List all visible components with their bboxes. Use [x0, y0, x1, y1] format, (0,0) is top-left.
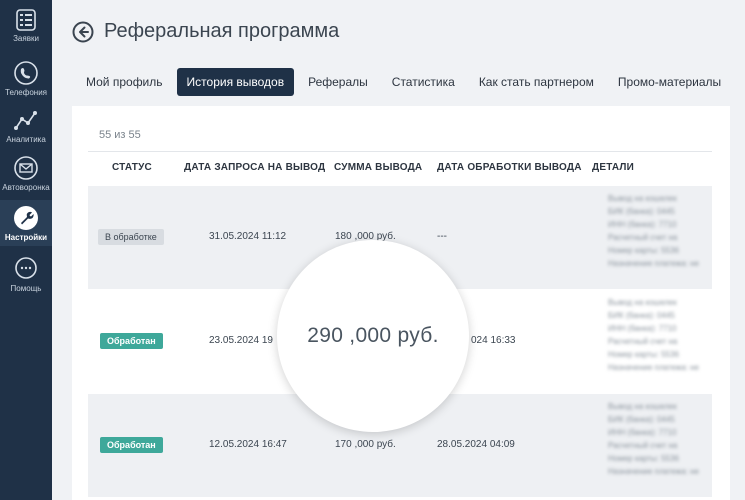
page-header: Реферальная программа — [72, 20, 339, 43]
details-line: Расчетный счет на — [608, 337, 678, 346]
phone-icon — [14, 61, 38, 85]
tab-referrals[interactable]: Рефералы — [298, 68, 378, 96]
processed-date: 024 16:33 — [471, 335, 516, 346]
details-line: БИК (банка): 0445 — [608, 311, 675, 320]
details-line: ИНН (банка): 7710 — [608, 220, 677, 229]
sidebar-item-label: Настройки — [4, 233, 48, 242]
chat-icon — [15, 257, 37, 279]
tab-my-profile[interactable]: Мой профиль — [76, 68, 173, 96]
status-badge: В обработке — [98, 229, 164, 245]
magnified-amount: 290 ,000 руб. — [307, 324, 439, 347]
tab-statistics[interactable]: Статистика — [382, 68, 465, 96]
details-line: Вывод на кошелек — [608, 298, 677, 307]
wrench-icon — [14, 206, 38, 230]
status-badge: Обработан — [100, 333, 163, 349]
payment-details: Вывод на кошелек БИК (банка): 0445 ИНН (… — [608, 192, 712, 284]
sidebar-item-label: Аналитика — [6, 135, 46, 144]
details-line: Назначение платежа: не — [608, 259, 699, 268]
sidebar-item-help[interactable]: Помощь — [0, 256, 52, 293]
column-header-details: ДЕТАЛИ — [592, 162, 635, 173]
details-line: Назначение платежа: не — [608, 467, 699, 476]
details-line: Расчетный счет на — [608, 233, 678, 242]
sidebar-item-label: Автоворонка — [2, 183, 50, 192]
withdrawal-amount: 170 ,000 руб. — [335, 439, 396, 450]
records-counter: 55 из 55 — [99, 129, 141, 141]
request-date: 12.05.2024 16:47 — [209, 439, 287, 450]
column-header-processed-date: ДАТА ОБРАБОТКИ ВЫВОДА — [437, 162, 582, 173]
details-line: БИК (банка): 0445 — [608, 415, 675, 424]
request-date: 23.05.2024 19 — [209, 335, 273, 346]
list-icon — [16, 9, 36, 31]
details-line: БИК (банка): 0445 — [608, 207, 675, 216]
tab-promo-materials[interactable]: Промо-материалы — [608, 68, 731, 96]
request-date: 31.05.2024 11:12 — [209, 231, 287, 242]
payment-details: Вывод на кошелек БИК (банка): 0445 ИНН (… — [608, 400, 712, 492]
column-header-status: СТАТУС — [112, 162, 152, 173]
status-badge: Обработан — [100, 437, 163, 453]
details-line: Вывод на кошелек — [608, 194, 677, 203]
payment-details: Вывод на кошелек БИК (банка): 0445 ИНН (… — [608, 296, 712, 388]
details-line: Вывод на кошелек — [608, 402, 677, 411]
details-line: Номер карты: 5536 — [608, 246, 679, 255]
processed-date: 28.05.2024 04:09 — [437, 439, 515, 450]
tab-become-partner[interactable]: Как стать партнером — [469, 68, 604, 96]
details-line: ИНН (банка): 7710 — [608, 428, 677, 437]
magnifier-overlay: 290 ,000 руб. — [277, 240, 469, 432]
page-title: Реферальная программа — [104, 20, 340, 42]
column-header-request-date: ДАТА ЗАПРОСА НА ВЫВОД — [184, 162, 326, 173]
sidebar-item-settings[interactable]: Настройки — [0, 200, 52, 246]
column-header-amount: СУММА ВЫВОДА — [334, 162, 423, 173]
sidebar-item-autofunnel[interactable]: Автоворонка — [0, 155, 52, 192]
mail-icon — [14, 156, 38, 180]
details-line: Расчетный счет на — [608, 441, 678, 450]
sidebar-item-analytics[interactable]: Аналитика — [0, 109, 52, 144]
details-line: Номер карты: 5536 — [608, 350, 679, 359]
sidebar-item-label: Телефония — [5, 88, 47, 97]
details-line: Назначение платежа: не — [608, 363, 699, 372]
sidebar-item-label: Заявки — [13, 34, 39, 43]
processed-date: --- — [437, 231, 447, 242]
back-arrow-icon[interactable] — [72, 21, 94, 43]
sidebar: Заявки Телефония Аналитика Автоворонка Н… — [0, 0, 52, 500]
sidebar-item-telephony[interactable]: Телефония — [0, 60, 52, 97]
sidebar-item-requests[interactable]: Заявки — [0, 8, 52, 43]
analytics-icon — [14, 111, 37, 130]
tab-withdrawal-history[interactable]: История выводов — [176, 68, 295, 96]
sidebar-item-label: Помощь — [10, 284, 42, 293]
details-line: ИНН (банка): 7710 — [608, 324, 677, 333]
divider — [88, 151, 712, 152]
tab-bar: Мой профиль История выводов Рефералы Ста… — [76, 68, 735, 96]
details-line: Номер карты: 5536 — [608, 454, 679, 463]
